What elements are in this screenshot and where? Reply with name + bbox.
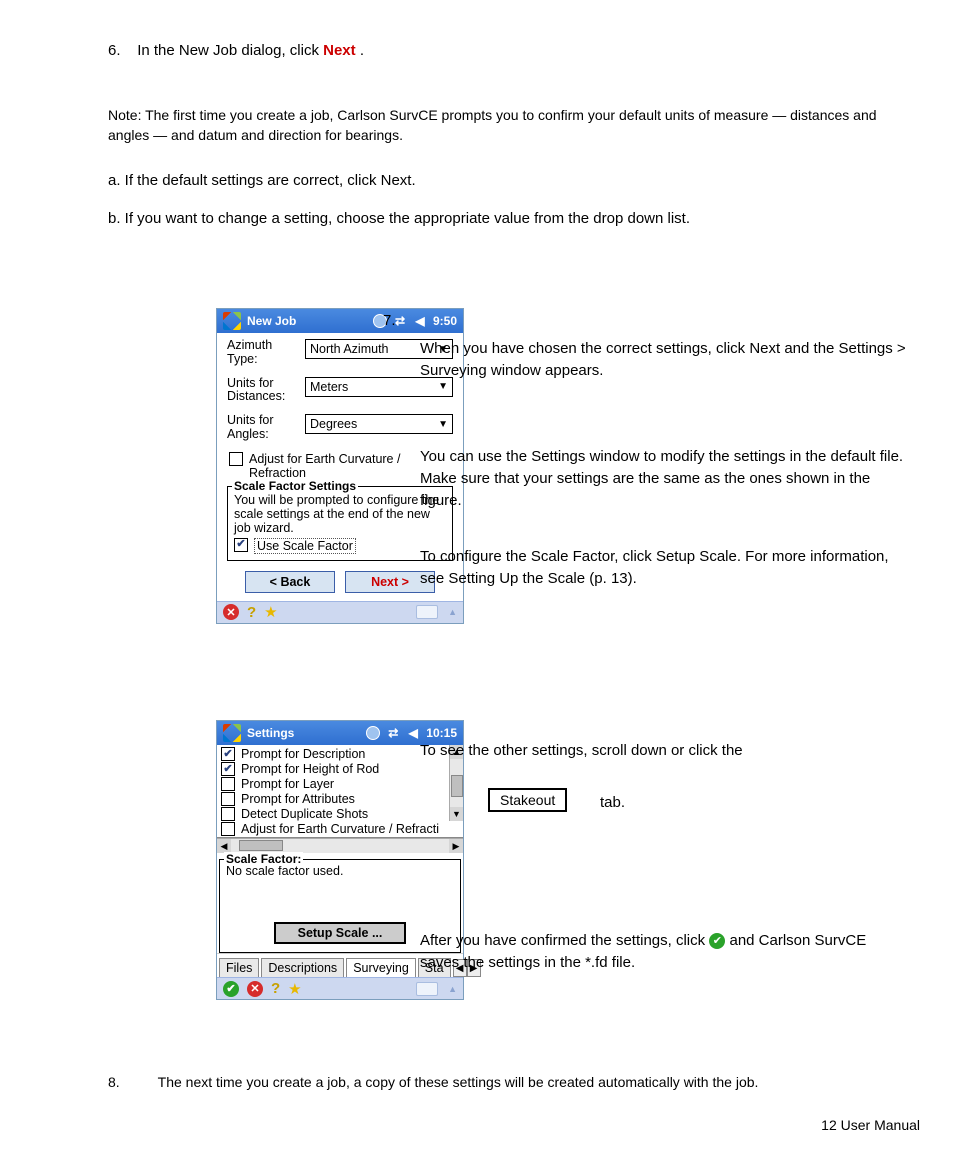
keyboard-icon[interactable] <box>416 982 438 996</box>
status-circle-icon[interactable] <box>366 726 380 740</box>
start-icon[interactable] <box>223 312 241 330</box>
list-item[interactable]: Prompt for Attributes <box>221 792 449 806</box>
chevron-up-icon: ▲ <box>448 984 457 994</box>
window-title: Settings <box>247 726 294 740</box>
checkbox-icon <box>221 762 235 776</box>
chevron-up-icon: ▲ <box>448 607 457 617</box>
step-7-num: 7. <box>383 310 903 332</box>
next-link[interactable]: Next <box>323 42 356 59</box>
start-icon[interactable] <box>223 724 241 742</box>
tab-descriptions[interactable]: Descriptions <box>261 958 344 977</box>
scroll-down-icon[interactable]: ▼ <box>450 807 463 821</box>
setup-scale-button[interactable]: Setup Scale ... <box>274 922 406 944</box>
substep-b: b. If you want to change a setting, choo… <box>108 208 888 230</box>
help-icon[interactable]: ? <box>271 980 280 997</box>
step-6: 6. In the New Job dialog, click Next . <box>108 40 888 62</box>
keyboard-icon[interactable] <box>416 605 438 619</box>
checkbox-icon <box>221 807 235 821</box>
chevron-down-icon: ▼ <box>438 381 448 392</box>
tab-files[interactable]: Files <box>219 958 259 977</box>
para-settings-modify: You can use the Settings window to modif… <box>420 446 906 511</box>
step-num: 6. <box>108 42 121 59</box>
checkbox-icon <box>221 777 235 791</box>
note-text: Note: The first time you create a job, C… <box>108 106 888 145</box>
label-angle-units: Units for Angles: <box>227 414 299 442</box>
checkbox-icon <box>221 747 235 761</box>
scroll-right-icon[interactable]: ▶ <box>449 839 463 853</box>
list-item[interactable]: Prompt for Layer <box>221 777 449 791</box>
para-scroll-hint: To see the other settings, scroll down o… <box>420 740 906 762</box>
list-item[interactable]: Adjust for Earth Curvature / Refracti <box>221 822 449 836</box>
label-distance-units: Units for Distances: <box>227 377 299 405</box>
checkbox-icon <box>221 822 235 836</box>
back-button[interactable]: < Back <box>245 571 335 593</box>
label-azimuth: Azimuth Type: <box>227 339 299 367</box>
star-icon[interactable]: ★ <box>288 980 301 998</box>
combo-angle-units[interactable]: Degrees ▼ <box>305 414 453 434</box>
close-icon[interactable]: ✕ <box>247 981 263 997</box>
scroll-thumb[interactable] <box>451 775 463 797</box>
group-legend: Scale Factor: <box>224 852 303 866</box>
para-tab-tail: tab. <box>600 794 625 811</box>
list-item[interactable]: Prompt for Height of Rod <box>221 762 449 776</box>
checkbox-icon <box>221 792 235 806</box>
clock: 10:15 <box>426 726 457 740</box>
scale-factor-msg: No scale factor used. <box>226 864 454 918</box>
help-icon[interactable]: ? <box>247 604 256 621</box>
para-setup-scale: To configure the Scale Factor, click Set… <box>420 546 906 590</box>
star-icon[interactable]: ★ <box>264 603 277 621</box>
tab-surveying[interactable]: Surveying <box>346 958 416 977</box>
group-legend: Scale Factor Settings <box>232 479 358 493</box>
para-confirm: After you have confirmed the settings, c… <box>420 930 906 974</box>
bottom-bar: ✕ ? ★ ▲ <box>217 601 463 623</box>
checkbox-use-scale[interactable]: Use Scale Factor <box>234 538 446 554</box>
horizontal-scrollbar[interactable]: ◀ ▶ <box>217 838 463 853</box>
group-text: You will be prompted to configure the sc… <box>234 493 446 535</box>
network-icon[interactable]: ⇄ <box>386 726 400 740</box>
ok-icon[interactable]: ✔ <box>223 981 239 997</box>
bottom-bar: ✔ ✕ ? ★ ▲ <box>217 977 463 999</box>
scroll-left-icon[interactable]: ◀ <box>217 839 231 853</box>
step-7-text: When you have chosen the correct setting… <box>420 338 906 382</box>
volume-icon[interactable]: ◀ <box>406 726 420 740</box>
list-item[interactable]: Prompt for Description <box>221 747 449 761</box>
substep-a: a. If the default settings are correct, … <box>108 170 888 192</box>
close-icon[interactable]: ✕ <box>223 604 239 620</box>
page-footer: 12 User Manual <box>821 1117 920 1133</box>
window-title: New Job <box>247 314 296 328</box>
checkbox-icon <box>229 452 243 466</box>
list-item[interactable]: Detect Duplicate Shots <box>221 807 449 821</box>
chevron-down-icon: ▼ <box>438 419 448 430</box>
stakeout-box: Stakeout <box>488 788 567 812</box>
ok-icon: ✔ <box>709 933 725 949</box>
scroll-thumb[interactable] <box>239 840 283 851</box>
checkbox-icon <box>234 538 248 552</box>
step-8: 8. The next time you create a job, a cop… <box>108 1074 846 1090</box>
